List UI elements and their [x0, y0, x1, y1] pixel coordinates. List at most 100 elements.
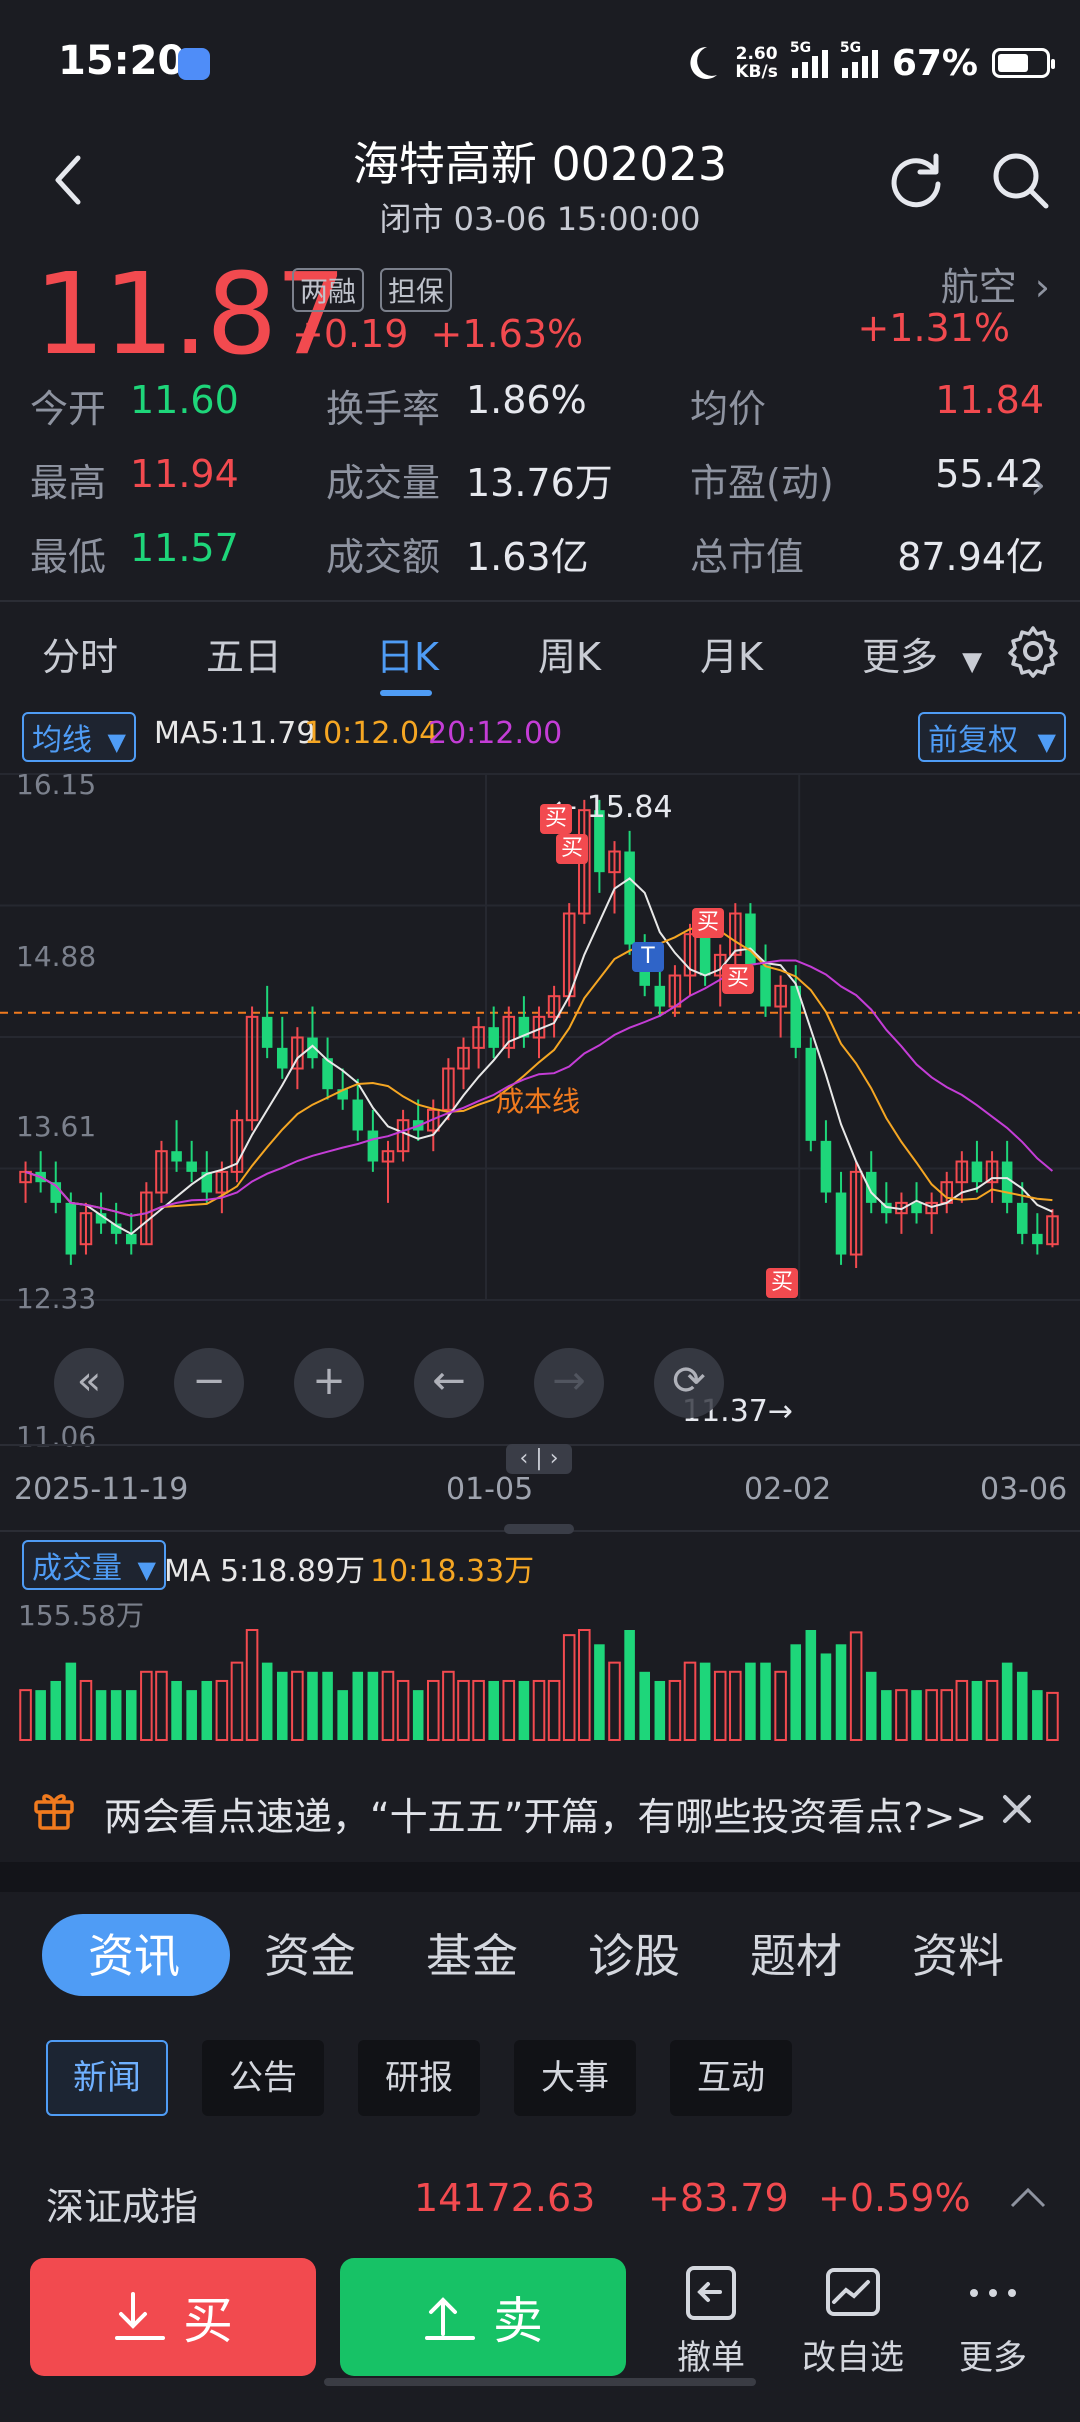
- battery-icon: [992, 48, 1055, 78]
- tab-diagnosis[interactable]: 诊股: [588, 1920, 680, 1986]
- tab-intraday[interactable]: 分时: [42, 626, 118, 681]
- scroll-left-button[interactable]: ←: [414, 1348, 484, 1418]
- zoom-in-button[interactable]: +: [294, 1348, 364, 1418]
- panel-resize-handle[interactable]: [504, 1524, 574, 1534]
- sim1-label: 5G: [789, 40, 812, 56]
- volume-bar: [412, 1690, 424, 1740]
- index-ticker[interactable]: 深证成指 14172.63 +83.79 +0.59%: [0, 2156, 1080, 2246]
- turnover-label: 换手率: [326, 387, 441, 431]
- minus-icon: −: [192, 1358, 226, 1404]
- pe-value: 55.42: [935, 452, 1044, 496]
- subtab-interaction[interactable]: 互动: [670, 2040, 792, 2116]
- ma-selector[interactable]: 均线 ▼: [22, 712, 137, 762]
- more-dots-icon: [970, 2289, 1016, 2297]
- candle: [276, 1047, 288, 1069]
- collateral-tag[interactable]: 担保: [380, 268, 453, 312]
- buy-marker-label: 买: [726, 966, 749, 991]
- subtab-news[interactable]: 新闻: [46, 2040, 168, 2116]
- volume-bar: [594, 1644, 605, 1740]
- scroll-start-button[interactable]: «: [54, 1348, 124, 1418]
- chevron-right-icon: ›: [1034, 265, 1050, 309]
- t-marker-label: T: [641, 944, 655, 969]
- volume-bar: [805, 1630, 817, 1740]
- cost-line-label: 成本线: [496, 1085, 581, 1118]
- tab-capital[interactable]: 资金: [264, 1920, 356, 1986]
- kline-chart[interactable]: 均线 ▼ MA5:11.79 10:12.04 20:12.00 前复权 ▼ 1…: [0, 700, 1080, 1750]
- chart-drag-handle[interactable]: ‹ | ›: [506, 1444, 572, 1474]
- subtab-announcements[interactable]: 公告: [202, 2040, 324, 2116]
- candle: [125, 1233, 137, 1245]
- volume-bar: [955, 1679, 969, 1741]
- volume-bar: [985, 1679, 999, 1741]
- arrow-down-to-line-icon: [115, 2292, 165, 2340]
- buy-button[interactable]: 买: [30, 2258, 316, 2376]
- candle: [745, 913, 756, 966]
- news-banner-text[interactable]: 两会看点速递，“十五五”开篇，有哪些投资看点?>>: [104, 1786, 987, 1841]
- signal-icon-sim2: 5G: [840, 40, 878, 78]
- tab-5day[interactable]: 五日: [206, 626, 282, 681]
- tab-profile[interactable]: 资料: [912, 1920, 1004, 1986]
- arrow-right-icon: →: [552, 1358, 586, 1404]
- tab-more-label: 更多: [862, 635, 939, 679]
- search-icon[interactable]: [988, 148, 1052, 212]
- tab-daily-k[interactable]: 日K: [376, 626, 439, 681]
- buy-marker[interactable]: 买: [722, 964, 754, 994]
- buy-marker[interactable]: 买: [540, 804, 572, 834]
- cancel-order-label: 撤单: [677, 2338, 745, 2378]
- edit-watchlist-button[interactable]: 改自选: [788, 2262, 918, 2379]
- volume-bar: [1046, 1691, 1059, 1741]
- more-button[interactable]: 更多: [928, 2262, 1058, 2379]
- cancel-order-button[interactable]: 撤单: [646, 2262, 776, 2379]
- refresh-icon[interactable]: [884, 148, 948, 212]
- tab-monthly-k[interactable]: 月K: [700, 626, 763, 681]
- rotate-screen-button[interactable]: ⟳: [654, 1348, 724, 1418]
- change-amount: +0.19: [292, 312, 409, 356]
- close-icon[interactable]: [1000, 1792, 1034, 1826]
- buy-marker[interactable]: 买: [692, 908, 724, 938]
- subtab-research[interactable]: 研报: [358, 2040, 480, 2116]
- moon-icon: [690, 46, 718, 79]
- chevron-up-icon[interactable]: [1008, 2186, 1048, 2210]
- buy-marker[interactable]: 买: [766, 1268, 798, 1298]
- sector-change: +1.31%: [857, 306, 1010, 350]
- candlestick-plot[interactable]: [0, 760, 1080, 1320]
- volume-bar: [668, 1679, 682, 1741]
- margin-tag[interactable]: 两融: [292, 268, 365, 312]
- candle: [911, 1202, 922, 1214]
- section-gap: [0, 1862, 1080, 1892]
- subtab-events[interactable]: 大事: [514, 2040, 636, 2116]
- edit-watchlist-icon: [826, 2268, 880, 2316]
- sell-button[interactable]: 卖: [340, 2258, 626, 2376]
- volume-bar: [307, 1671, 318, 1740]
- tab-news-info[interactable]: 资讯: [88, 1920, 180, 1986]
- plus-icon: +: [312, 1358, 346, 1404]
- sector-link[interactable]: 航空 ›: [941, 256, 1050, 311]
- adjust-selector[interactable]: 前复权 ▼: [917, 712, 1066, 762]
- zoom-out-button[interactable]: −: [174, 1348, 244, 1418]
- candle: [186, 1161, 197, 1172]
- candle: [971, 1161, 983, 1183]
- volume-bar: [79, 1679, 93, 1741]
- volume-bar: [1016, 1671, 1028, 1740]
- chevron-right-icon[interactable]: ›: [1030, 462, 1046, 508]
- settings-gear-icon[interactable]: [1006, 624, 1060, 678]
- stats-row-2: 最高 11.94 成交量 13.76万 市盈(动) 55.42: [30, 452, 1050, 512]
- t-trade-marker[interactable]: T: [632, 942, 664, 972]
- low-value: 11.57: [130, 526, 239, 570]
- tab-weekly-k[interactable]: 周K: [538, 626, 601, 681]
- arrow-up-from-line-icon: [425, 2297, 475, 2340]
- status-bar: 15:20 2.60 KB/s 5G 5G 67%: [0, 0, 1080, 120]
- volume-bar: [352, 1671, 364, 1740]
- arrow-left-icon: ←: [432, 1358, 466, 1404]
- high-value: 11.94: [130, 452, 239, 496]
- volume-bar: [881, 1690, 892, 1740]
- tab-funds[interactable]: 基金: [426, 1920, 518, 1986]
- tab-more[interactable]: 更多 ▼: [862, 626, 982, 681]
- x-tick: 02-02: [744, 1472, 832, 1507]
- y-tick: 13.61: [16, 1110, 97, 1143]
- status-indicators: 2.60 KB/s 5G 5G 67%: [681, 38, 1055, 88]
- candle: [1001, 1161, 1013, 1203]
- scroll-right-button[interactable]: →: [534, 1348, 604, 1418]
- tab-themes[interactable]: 题材: [750, 1920, 842, 1986]
- buy-marker[interactable]: 买: [556, 834, 588, 864]
